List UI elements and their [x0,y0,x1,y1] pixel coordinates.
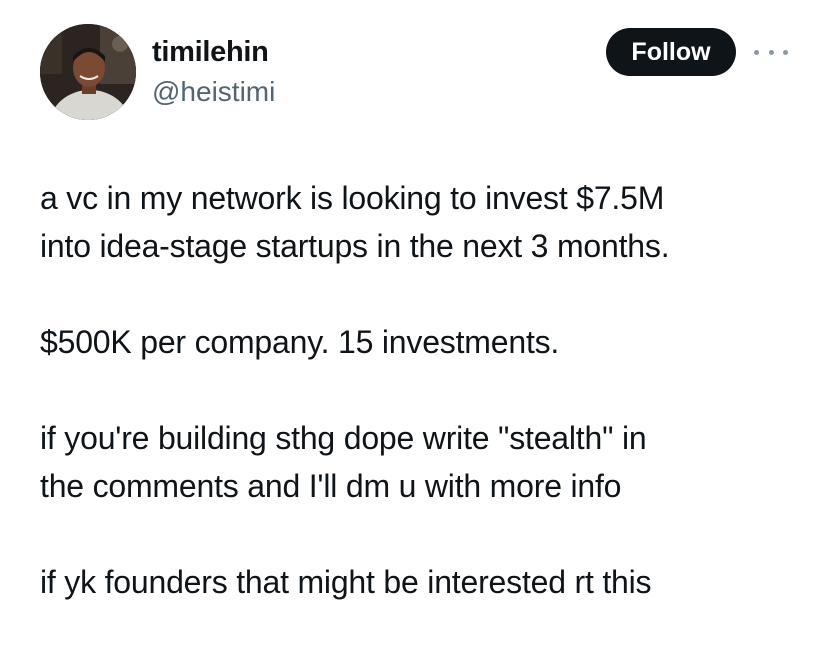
tweet-paragraph: a vc in my network is looking to invest … [40,180,670,264]
tweet-paragraph: $500K per company. 15 investments. [40,324,560,360]
avatar-image [40,24,136,120]
tweet-paragraph: if you're building sthg dope write "stea… [40,420,647,504]
tweet-paragraph: if yk founders that might be interested … [40,564,652,600]
dot [768,49,774,55]
more-dots-icon[interactable] [754,44,788,60]
follow-button[interactable]: Follow [606,28,736,76]
avatar[interactable] [40,24,136,120]
dot [754,49,759,55]
tweet-card: timilehin @heistimi Follow a vc in my ne… [0,0,828,647]
author-handle[interactable]: @heistimi [152,76,275,108]
dot [783,49,788,55]
author-display-name[interactable]: timilehin [152,36,269,68]
tweet-text: a vc in my network is looking to invest … [40,174,810,606]
